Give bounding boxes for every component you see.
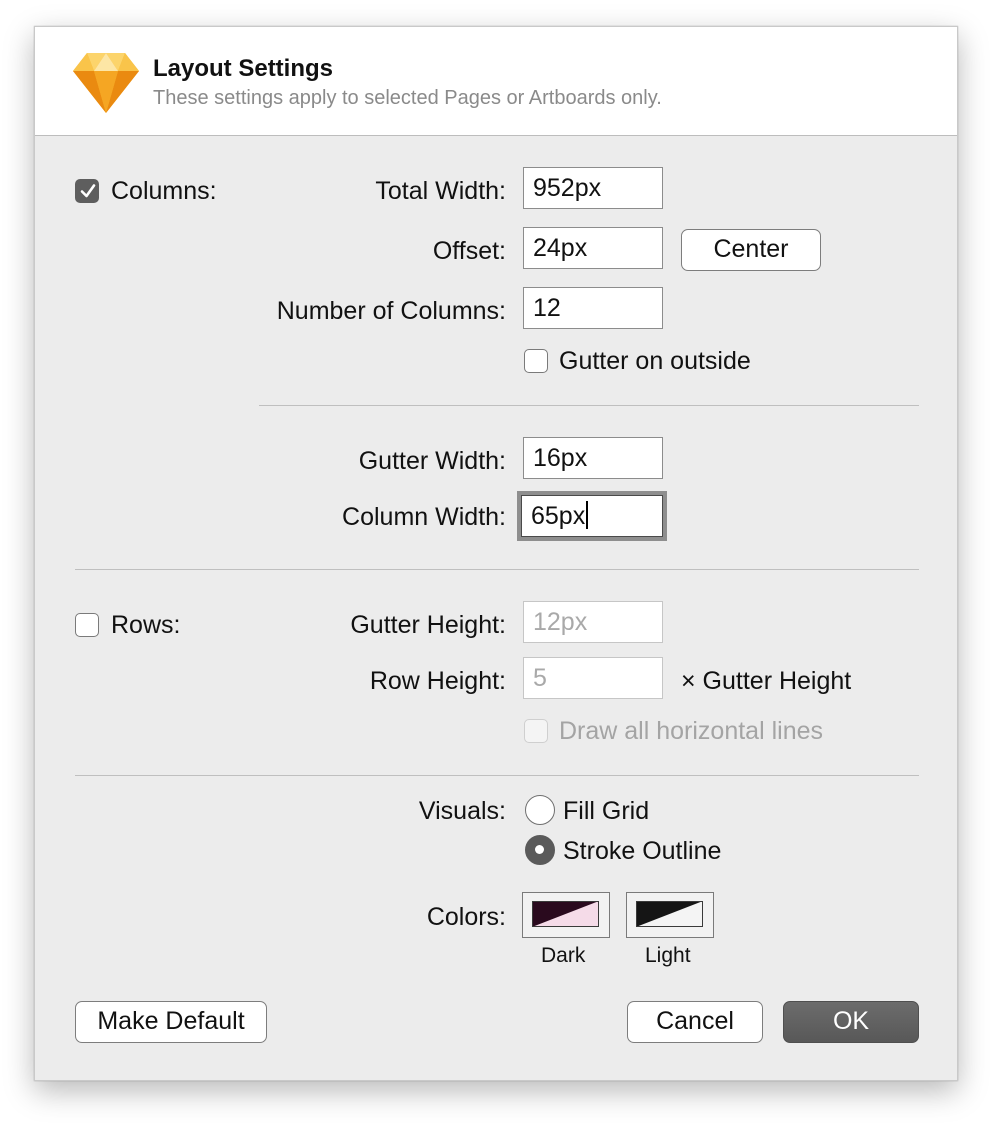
- gutter-height-field[interactable]: 12px: [523, 601, 663, 643]
- colors-label: Colors:: [426, 903, 506, 931]
- dark-swatch-label: Dark: [541, 944, 586, 967]
- column-width-field[interactable]: 65px: [521, 495, 663, 537]
- dark-swatch-preview: [532, 901, 599, 927]
- row-height-field[interactable]: 5: [523, 657, 663, 699]
- light-swatch-preview: [636, 901, 703, 927]
- dark-color-swatch[interactable]: [522, 892, 610, 938]
- gutter-height-label: Gutter Height:: [350, 611, 506, 639]
- number-of-columns-field[interactable]: 12: [523, 287, 663, 329]
- gutter-width-field[interactable]: 16px: [523, 437, 663, 479]
- checkmark-icon: [80, 184, 96, 198]
- draw-horizontal-lines-label: Draw all horizontal lines: [559, 717, 824, 745]
- column-width-value: 65px: [531, 502, 586, 530]
- rows-checkbox[interactable]: [75, 613, 99, 637]
- section-divider-2: [75, 775, 919, 776]
- visuals-label: Visuals:: [418, 797, 506, 825]
- column-width-label: Column Width:: [342, 503, 506, 531]
- dialog-subtitle: These settings apply to selected Pages o…: [153, 87, 662, 109]
- make-default-button[interactable]: Make Default: [75, 1001, 267, 1043]
- dialog-title: Layout Settings: [153, 55, 334, 82]
- row-height-suffix: × Gutter Height: [681, 667, 852, 695]
- layout-settings-dialog: Layout Settings These settings apply to …: [34, 26, 958, 1081]
- rows-label: Rows:: [111, 611, 181, 639]
- columns-checkbox[interactable]: [75, 179, 99, 203]
- gutter-on-outside-label: Gutter on outside: [559, 347, 751, 375]
- columns-label: Columns:: [111, 177, 217, 205]
- number-of-columns-label: Number of Columns:: [276, 297, 506, 325]
- center-button[interactable]: Center: [681, 229, 821, 271]
- dialog-header: Layout Settings These settings apply to …: [35, 27, 957, 136]
- offset-label: Offset:: [432, 237, 506, 265]
- light-swatch-label: Light: [645, 944, 691, 967]
- columns-inner-divider: [259, 405, 919, 406]
- row-height-label: Row Height:: [369, 667, 506, 695]
- cancel-button[interactable]: Cancel: [627, 1001, 763, 1043]
- gutter-width-label: Gutter Width:: [358, 447, 506, 475]
- sketch-diamond-icon: [73, 53, 139, 113]
- section-divider-1: [75, 569, 919, 570]
- draw-horizontal-lines-checkbox[interactable]: [524, 719, 548, 743]
- fill-grid-label: Fill Grid: [563, 797, 650, 825]
- gutter-on-outside-checkbox[interactable]: [524, 349, 548, 373]
- fill-grid-radio[interactable]: [525, 795, 555, 825]
- radio-selected-dot: [535, 845, 544, 854]
- light-color-swatch[interactable]: [626, 892, 714, 938]
- offset-field[interactable]: 24px: [523, 227, 663, 269]
- ok-button[interactable]: OK: [783, 1001, 919, 1043]
- total-width-label: Total Width:: [375, 177, 506, 205]
- total-width-field[interactable]: 952px: [523, 167, 663, 209]
- stroke-outline-radio[interactable]: [525, 835, 555, 865]
- stroke-outline-label: Stroke Outline: [563, 837, 722, 865]
- text-caret: [586, 501, 589, 530]
